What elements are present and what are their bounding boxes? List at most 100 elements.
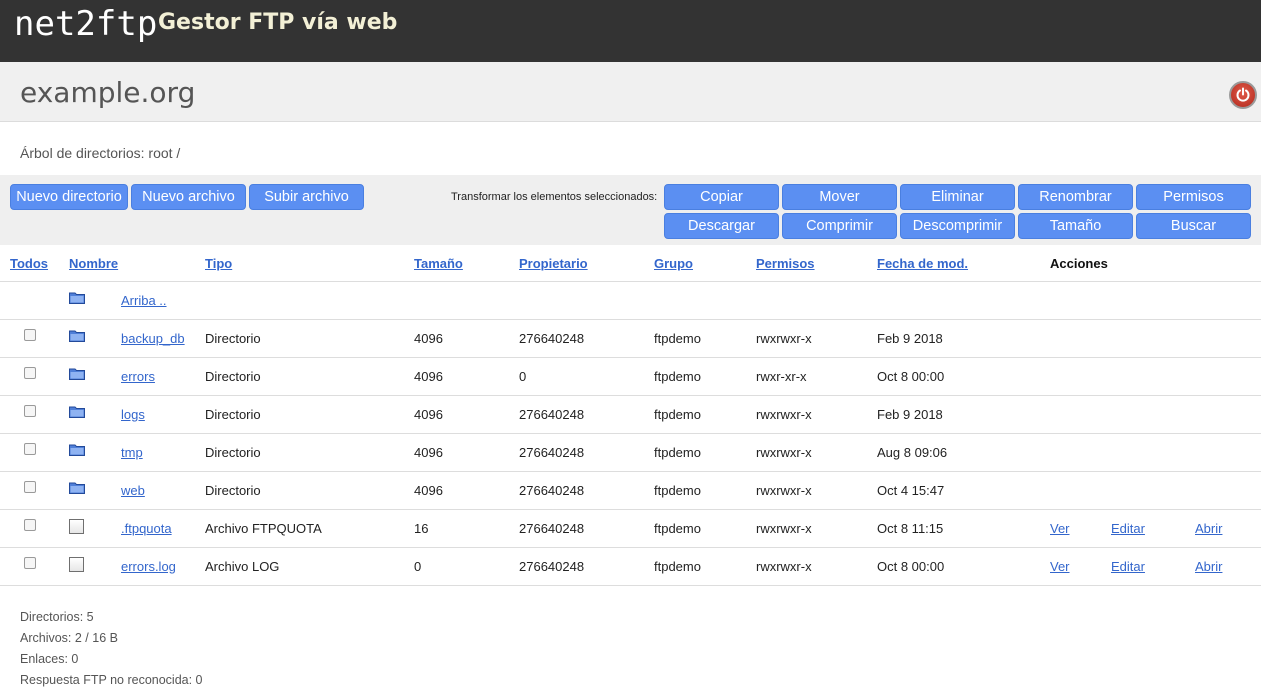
folder-icon [69, 406, 85, 418]
toolbar: Nuevo directorio Nuevo archivo Subir arc… [0, 175, 1261, 245]
file-size: 4096 [414, 394, 519, 433]
breadcrumb-path[interactable]: root / [148, 145, 180, 161]
select-all-link[interactable]: Todos [10, 256, 48, 271]
table-row: tmp Directorio 4096 276640248 ftpdemo rwxrwxr… [0, 432, 1261, 471]
table-row: errors.log Archivo LOG 0 276640248 ftpdemo rw… [0, 546, 1261, 586]
actions-header: Acciones [1050, 256, 1108, 272]
file-permissions: rwxrwxr-x [756, 318, 877, 357]
stat-directories: Directorios: 5 [20, 610, 94, 624]
file-permissions: rwxrwxr-x [756, 546, 877, 586]
size-button[interactable]: Tamaño [1018, 213, 1133, 239]
download-button[interactable]: Descargar [664, 213, 779, 239]
file-type: Directorio [205, 356, 414, 395]
file-modified: Aug 8 09:06 [877, 432, 1050, 471]
file-modified: Feb 9 2018 [877, 318, 1050, 357]
file-group: ftpdemo [654, 432, 756, 471]
transform-label: Transformar los elementos seleccionados: [451, 191, 658, 203]
file-permissions: rwxrwxr-x [756, 394, 877, 433]
folder-icon [69, 330, 85, 342]
sort-permissions-link[interactable]: Permisos [756, 256, 815, 271]
file-group: ftpdemo [654, 546, 756, 586]
file-permissions: rwxr-xr-x [756, 356, 877, 395]
move-button[interactable]: Mover [782, 184, 897, 210]
file-owner: 276640248 [519, 546, 654, 586]
row-checkbox[interactable] [24, 405, 36, 418]
file-name-link[interactable]: tmp [121, 445, 143, 460]
file-owner: 0 [519, 356, 654, 395]
delete-button[interactable]: Eliminar [900, 184, 1015, 210]
file-group: ftpdemo [654, 508, 756, 547]
app-logo[interactable]: net2ftp [14, 4, 157, 44]
top-bar: net2ftp Gestor FTP vía web [0, 0, 1261, 62]
sort-date-link[interactable]: Fecha de mod. [877, 256, 968, 271]
table-row: backup_db Directorio 4096 276640248 ftpdemo r… [0, 318, 1261, 357]
compress-button[interactable]: Comprimir [782, 213, 897, 239]
search-button[interactable]: Buscar [1136, 213, 1251, 239]
row-checkbox[interactable] [24, 557, 36, 570]
copy-button[interactable]: Copiar [664, 184, 779, 210]
file-name-link[interactable]: .ftpquota [121, 521, 172, 536]
file-modified: Oct 8 00:00 [877, 356, 1050, 395]
file-name-link[interactable]: web [121, 483, 145, 498]
table-row-up: Arriba .. [0, 280, 1261, 320]
folder-icon [69, 368, 85, 380]
file-size: 16 [414, 508, 519, 547]
row-checkbox[interactable] [24, 519, 36, 532]
file-owner: 276640248 [519, 432, 654, 471]
edit-link[interactable]: Editar [1111, 559, 1145, 574]
host-bar: example.org [0, 62, 1261, 122]
sort-group-link[interactable]: Grupo [654, 256, 693, 271]
row-checkbox[interactable] [24, 443, 36, 456]
open-link[interactable]: Abrir [1195, 559, 1222, 574]
row-checkbox[interactable] [24, 367, 36, 380]
open-link[interactable]: Abrir [1195, 521, 1222, 536]
folder-icon [69, 444, 85, 456]
sort-owner-link[interactable]: Propietario [519, 256, 588, 271]
sort-name-link[interactable]: Nombre [69, 256, 118, 271]
sort-size-link[interactable]: Tamaño [414, 256, 463, 271]
upload-file-button[interactable]: Subir archivo [249, 184, 364, 210]
file-size: 4096 [414, 318, 519, 357]
view-link[interactable]: Ver [1050, 559, 1070, 574]
file-name-link[interactable]: errors [121, 369, 155, 384]
file-modified: Feb 9 2018 [877, 394, 1050, 433]
file-icon [69, 518, 84, 534]
file-owner: 276640248 [519, 318, 654, 357]
file-name-link[interactable]: logs [121, 407, 145, 422]
row-checkbox[interactable] [24, 329, 36, 342]
file-name-link[interactable]: backup_db [121, 331, 185, 346]
view-link[interactable]: Ver [1050, 521, 1070, 536]
sort-type-link[interactable]: Tipo [205, 256, 232, 271]
table-row: logs Directorio 4096 276640248 ftpdemo rwxrwx… [0, 394, 1261, 433]
file-type: Directorio [205, 394, 414, 433]
row-checkbox[interactable] [24, 481, 36, 494]
rename-button[interactable]: Renombrar [1018, 184, 1133, 210]
folder-icon [69, 482, 85, 494]
file-type: Archivo FTPQUOTA [205, 508, 414, 547]
new-file-button[interactable]: Nuevo archivo [131, 184, 246, 210]
app-title: Gestor FTP vía web [158, 10, 398, 35]
file-owner: 276640248 [519, 394, 654, 433]
table-row: .ftpquota Archivo FTPQUOTA 16 276640248 ftpd… [0, 508, 1261, 547]
file-size: 4096 [414, 470, 519, 509]
stat-files: Archivos: 2 / 16 B [20, 631, 118, 645]
file-name-link[interactable]: errors.log [121, 559, 176, 574]
up-directory-link[interactable]: Arriba .. [121, 293, 167, 308]
breadcrumb: Árbol de directorios: root / [20, 145, 180, 161]
power-icon [1236, 87, 1250, 102]
file-size: 0 [414, 546, 519, 586]
file-permissions: rwxrwxr-x [756, 470, 877, 509]
file-type: Archivo LOG [205, 546, 414, 586]
new-directory-button[interactable]: Nuevo directorio [10, 184, 128, 210]
file-group: ftpdemo [654, 470, 756, 509]
file-permissions: rwxrwxr-x [756, 432, 877, 471]
decompress-button[interactable]: Descomprimir [900, 213, 1015, 239]
logout-button[interactable] [1229, 81, 1257, 109]
folder-icon [69, 292, 85, 304]
edit-link[interactable]: Editar [1111, 521, 1145, 536]
permissions-button[interactable]: Permisos [1136, 184, 1251, 210]
file-owner: 276640248 [519, 508, 654, 547]
file-group: ftpdemo [654, 394, 756, 433]
file-size: 4096 [414, 432, 519, 471]
file-type: Directorio [205, 470, 414, 509]
